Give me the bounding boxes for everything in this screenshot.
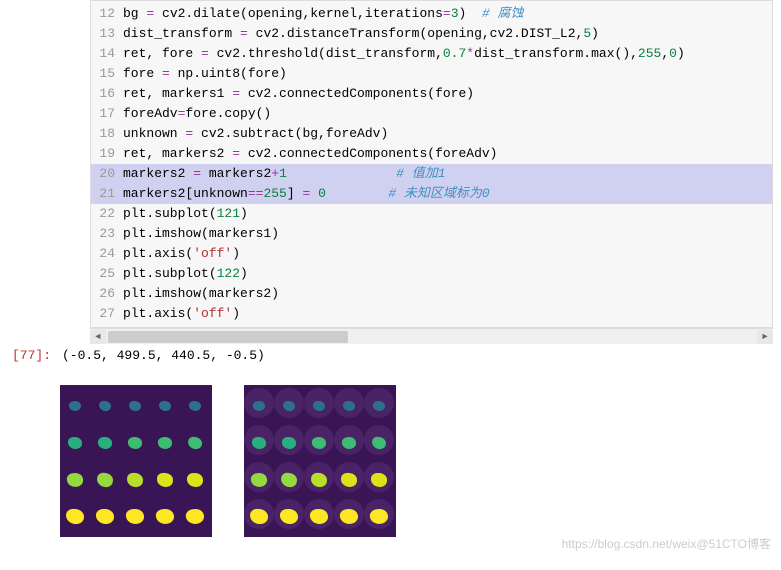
code-line[interactable]: 20markers2 = markers2+1 # 值加1 — [91, 164, 772, 184]
line-content: plt.subplot(121) — [123, 204, 248, 224]
line-number: 24 — [91, 244, 123, 264]
line-number: 25 — [91, 264, 123, 284]
line-number: 13 — [91, 24, 123, 44]
code-line[interactable]: 18unknown = cv2.subtract(bg,foreAdv) — [91, 124, 772, 144]
plot-markers2 — [244, 385, 396, 537]
line-content: dist_transform = cv2.distanceTransform(o… — [123, 24, 599, 44]
code-line[interactable]: 25plt.subplot(122) — [91, 264, 772, 284]
line-number: 20 — [91, 164, 123, 184]
line-content: ret, markers1 = cv2.connectedComponents(… — [123, 84, 474, 104]
code-line[interactable]: 22plt.subplot(121) — [91, 204, 772, 224]
code-line[interactable]: 12bg = cv2.dilate(opening,kernel,iterati… — [91, 4, 772, 24]
code-line[interactable]: 23plt.imshow(markers1) — [91, 224, 772, 244]
line-number: 18 — [91, 124, 123, 144]
watermark: https://blog.csdn.net/weix@51CTO博客 — [562, 535, 771, 552]
code-line[interactable]: 19ret, markers2 = cv2.connectedComponent… — [91, 144, 772, 164]
line-content: plt.axis('off') — [123, 304, 240, 324]
line-number: 26 — [91, 284, 123, 304]
line-number: 16 — [91, 84, 123, 104]
code-cell[interactable]: 12bg = cv2.dilate(opening,kernel,iterati… — [90, 0, 773, 328]
line-number: 15 — [91, 64, 123, 84]
scroll-thumb[interactable] — [108, 331, 348, 343]
line-content: bg = cv2.dilate(opening,kernel,iteration… — [123, 4, 524, 24]
line-number: 23 — [91, 224, 123, 244]
line-number: 19 — [91, 144, 123, 164]
code-line[interactable]: 16ret, markers1 = cv2.connectedComponent… — [91, 84, 772, 104]
output-text: (-0.5, 499.5, 440.5, -0.5) — [62, 348, 265, 363]
line-content: ret, fore = cv2.threshold(dist_transform… — [123, 44, 685, 64]
line-content: plt.subplot(122) — [123, 264, 248, 284]
line-content: ret, markers2 = cv2.connectedComponents(… — [123, 144, 497, 164]
code-line[interactable]: 27plt.axis('off') — [91, 304, 772, 324]
line-content: plt.imshow(markers1) — [123, 224, 279, 244]
code-line[interactable]: 24plt.axis('off') — [91, 244, 772, 264]
line-number: 27 — [91, 304, 123, 324]
line-content: foreAdv=fore.copy() — [123, 104, 271, 124]
line-number: 12 — [91, 4, 123, 24]
code-line[interactable]: 15fore = np.uint8(fore) — [91, 64, 772, 84]
code-line[interactable]: 17foreAdv=fore.copy() — [91, 104, 772, 124]
line-content: markers2[unknown==255] = 0 # 未知区域标为0 — [123, 184, 490, 204]
line-number: 21 — [91, 184, 123, 204]
horizontal-scrollbar[interactable]: ◄ ► — [90, 328, 773, 344]
code-line[interactable]: 21markers2[unknown==255] = 0 # 未知区域标为0 — [91, 184, 772, 204]
line-content: fore = np.uint8(fore) — [123, 64, 287, 84]
line-content: unknown = cv2.subtract(bg,foreAdv) — [123, 124, 388, 144]
line-content: plt.axis('off') — [123, 244, 240, 264]
line-number: 14 — [91, 44, 123, 64]
line-number: 22 — [91, 204, 123, 224]
line-number: 17 — [91, 104, 123, 124]
output-prompt: [77]: — [12, 348, 51, 363]
scroll-left-button[interactable]: ◄ — [90, 330, 106, 344]
plot-markers1 — [60, 385, 212, 537]
code-line[interactable]: 13dist_transform = cv2.distanceTransform… — [91, 24, 772, 44]
line-content: plt.imshow(markers2) — [123, 284, 279, 304]
scroll-right-button[interactable]: ► — [757, 330, 773, 344]
plot-output — [60, 385, 396, 537]
code-line[interactable]: 26plt.imshow(markers2) — [91, 284, 772, 304]
line-content: markers2 = markers2+1 # 值加1 — [123, 164, 446, 184]
code-line[interactable]: 14ret, fore = cv2.threshold(dist_transfo… — [91, 44, 772, 64]
